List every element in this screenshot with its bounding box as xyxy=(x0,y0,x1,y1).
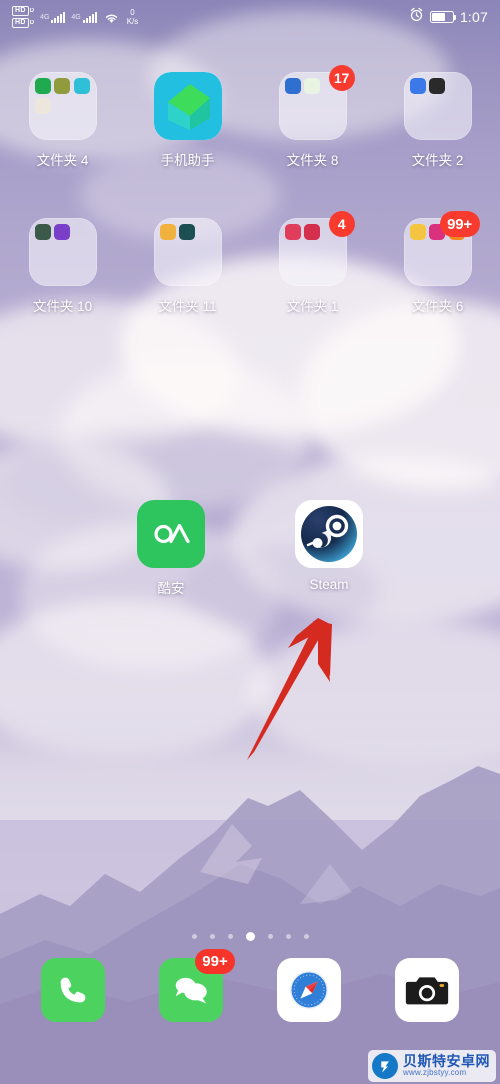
dock-item-camera[interactable] xyxy=(368,958,486,1022)
home-row-1: 文件夹 4 手机助手 17 文件夹 8 文件夹 2 xyxy=(0,65,500,169)
data-speed-indicator: 0 K/s xyxy=(127,8,139,26)
home-item-folder-6[interactable]: 99+ 文件夹 6 xyxy=(375,211,500,315)
wallpaper-mountains xyxy=(0,766,500,1084)
speech-bubbles-icon: 99+ xyxy=(159,949,235,1022)
watermark-title: 贝斯特安卓网 xyxy=(403,1053,490,1070)
page-dot-active[interactable] xyxy=(245,932,255,941)
home-item-steam[interactable]: Steam xyxy=(250,500,408,597)
home-item-folder-8[interactable]: 17 文件夹 8 xyxy=(250,65,375,169)
dock-item-messages[interactable]: 99+ xyxy=(132,949,250,1022)
page-dot[interactable] xyxy=(303,934,309,939)
page-dot[interactable] xyxy=(267,934,273,939)
signal-sim2: 4G xyxy=(71,11,97,23)
compass-icon xyxy=(277,958,341,1022)
item-label: 手机助手 xyxy=(160,153,215,168)
status-bar-clock: 1:07 xyxy=(459,9,488,25)
volte-sub-label: D xyxy=(29,20,35,26)
folder-preview xyxy=(28,218,97,286)
watermark: 贝斯特安卓网 www.zjbstyy.com xyxy=(368,1050,496,1082)
page-dot[interactable] xyxy=(227,934,233,939)
volte-badge-sim1: HD D xyxy=(12,6,34,16)
folder-preview xyxy=(403,72,472,140)
status-bar-right: 1:07 xyxy=(409,7,488,27)
watermark-url: www.zjbstyy.com xyxy=(403,1068,467,1078)
item-label: 文件夹 4 xyxy=(36,153,89,168)
status-bar-left: HD D HD D 4G 4G 0 K/s xyxy=(12,6,138,28)
item-label: 文件夹 8 xyxy=(286,153,339,168)
home-item-folder-1[interactable]: 4 文件夹 1 xyxy=(250,211,375,315)
home-item-phone-assistant[interactable]: 手机助手 xyxy=(125,72,250,169)
signal-sim1: 4G xyxy=(40,11,66,23)
battery-icon xyxy=(429,11,457,23)
phone-home-screen: HD D HD D 4G 4G 0 K/s 1:07 文件夹 4 手机助手 17… xyxy=(0,0,500,1084)
network-type-label: 4G xyxy=(71,13,81,21)
data-speed-unit: K/s xyxy=(126,17,139,26)
volte-sub-label: D xyxy=(29,8,35,14)
item-label: Steam xyxy=(309,577,349,592)
data-speed-value: 0 xyxy=(130,8,135,17)
phone-handset-icon xyxy=(41,958,105,1022)
camera-icon xyxy=(395,958,459,1022)
page-dot[interactable] xyxy=(209,934,215,939)
wifi-icon xyxy=(104,11,119,23)
item-label: 文件夹 11 xyxy=(158,299,217,314)
home-item-folder-2[interactable]: 文件夹 2 xyxy=(375,72,500,169)
page-dot[interactable] xyxy=(191,934,197,939)
folder-preview xyxy=(28,72,97,140)
home-item-coolapk[interactable]: 酷安 xyxy=(92,500,250,597)
hd-badge: HD xyxy=(12,18,29,28)
item-label: 文件夹 1 xyxy=(286,299,339,314)
steam-icon xyxy=(295,500,363,568)
alarm-clock-icon xyxy=(409,7,424,27)
notification-badge: 4 xyxy=(328,211,355,237)
item-label: 文件夹 6 xyxy=(411,299,464,314)
home-item-folder-4[interactable]: 文件夹 4 xyxy=(0,72,125,169)
phone-assistant-icon xyxy=(153,72,222,140)
notification-badge: 99+ xyxy=(439,211,480,237)
home-item-folder-11[interactable]: 文件夹 11 xyxy=(125,218,250,315)
page-dot[interactable] xyxy=(285,934,291,939)
hd-badge: HD xyxy=(12,6,29,16)
notification-badge: 99+ xyxy=(195,949,235,974)
dock-item-safari[interactable] xyxy=(250,958,368,1022)
home-row-featured: 酷安 Steam xyxy=(0,500,500,597)
signal-bars-icon xyxy=(51,11,66,23)
item-label: 文件夹 2 xyxy=(411,153,464,168)
watermark-logo-icon xyxy=(372,1053,398,1079)
home-row-2: 文件夹 10 文件夹 11 4 文件夹 1 99+ 文件夹 6 xyxy=(0,211,500,315)
folder-preview xyxy=(153,218,222,286)
coolapk-icon xyxy=(137,500,205,568)
dock: 99+ xyxy=(0,949,500,1022)
status-bar: HD D HD D 4G 4G 0 K/s 1:07 xyxy=(0,0,500,34)
item-label: 酷安 xyxy=(157,581,185,596)
home-item-folder-10[interactable]: 文件夹 10 xyxy=(0,218,125,315)
volte-indicators: HD D HD D xyxy=(12,6,34,28)
signal-bars-icon xyxy=(82,11,97,23)
item-label: 文件夹 10 xyxy=(32,299,93,314)
dock-item-phone[interactable] xyxy=(14,958,132,1022)
notification-badge: 17 xyxy=(328,65,355,91)
network-type-label: 4G xyxy=(40,13,50,21)
volte-badge-sim2: HD D xyxy=(12,18,34,28)
page-indicator[interactable] xyxy=(0,932,500,941)
